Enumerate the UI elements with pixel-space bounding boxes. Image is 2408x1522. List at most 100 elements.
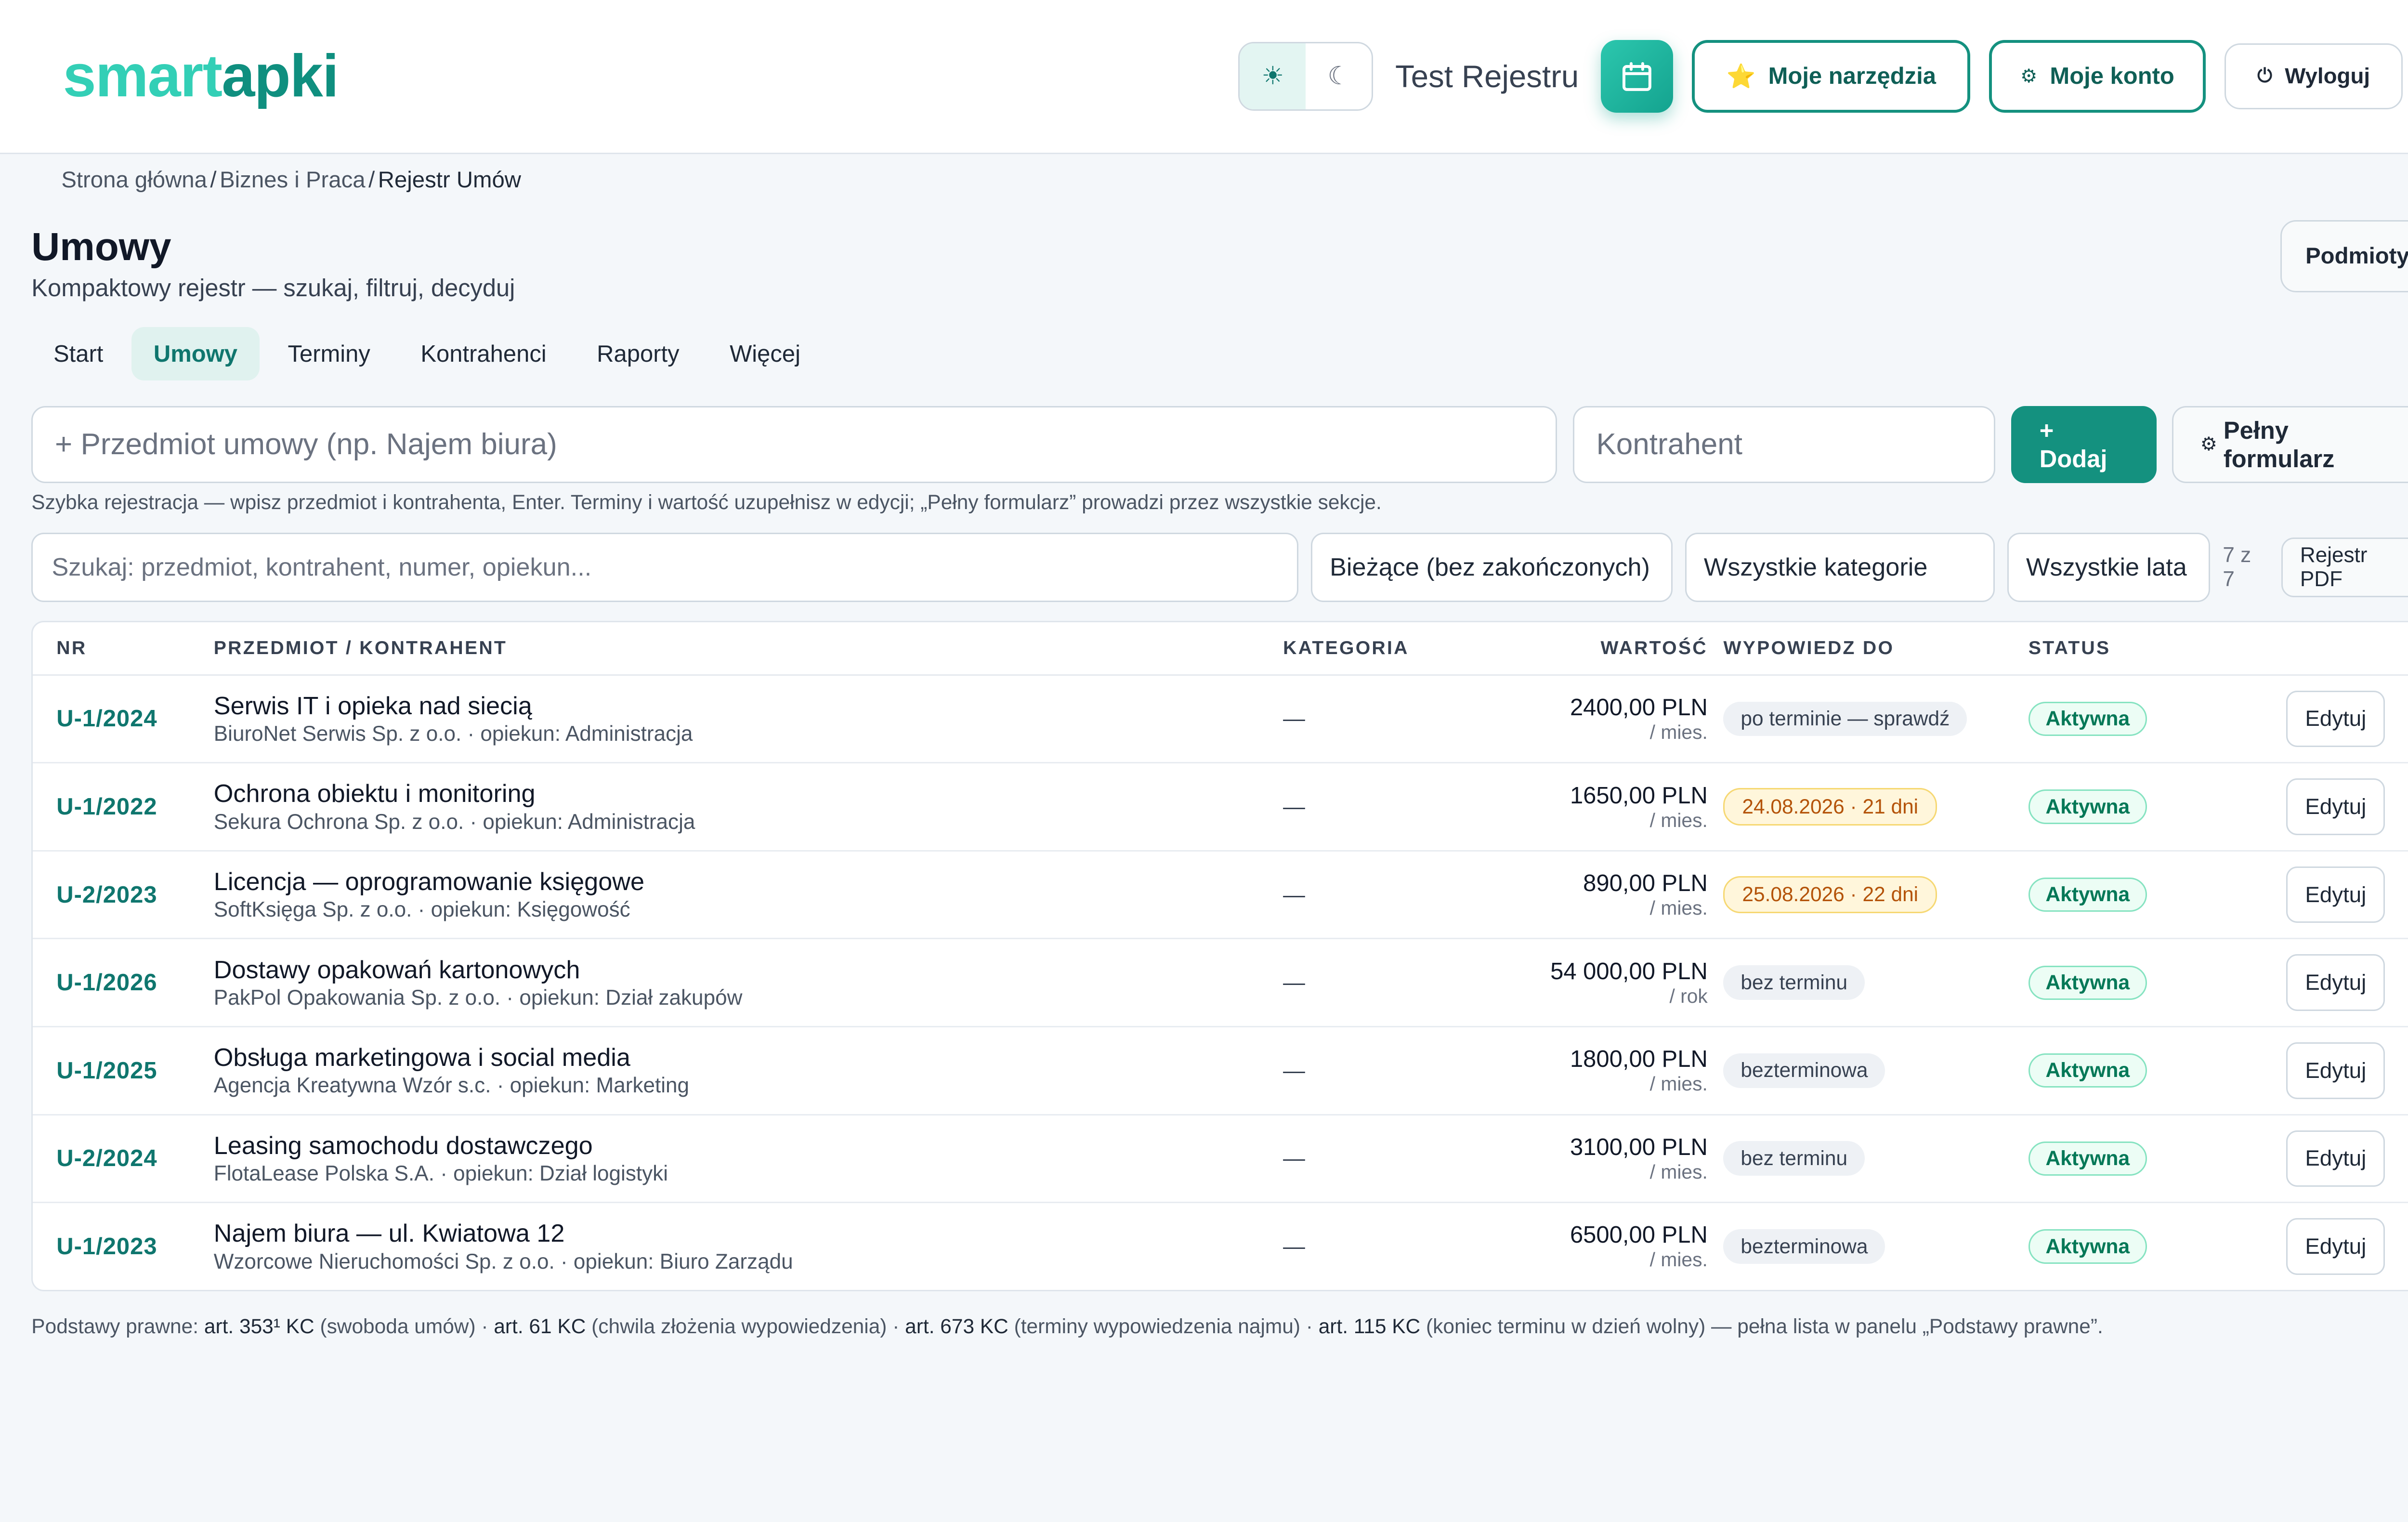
main-content: Strona główna / Biznes i Praca / Rejestr Umó… [0, 167, 2408, 1338]
moon-icon[interactable]: ☾ [1306, 43, 1372, 109]
contract-number[interactable]: U-1/2026 [33, 969, 190, 996]
contract-number[interactable]: U-2/2023 [33, 881, 190, 908]
contract-category: — [1283, 970, 1305, 995]
logo-part-apki: apki [222, 43, 339, 110]
contract-number[interactable]: U-1/2023 [33, 1233, 190, 1260]
status-badge: Aktywna [2028, 965, 2147, 1000]
counterparty-input[interactable]: Kontrahent [1572, 406, 1996, 483]
legal-desc: (terminy wypowiedzenia najmu) [1014, 1314, 1300, 1338]
tab-raporty[interactable]: Raporty [575, 327, 701, 380]
legal-desc: (swoboda umów) [320, 1314, 476, 1338]
contract-number[interactable]: U-1/2025 [33, 1057, 190, 1084]
value-cell: 6500,00 PLN / mies. [1527, 1221, 1723, 1271]
contract-party: BiuroNet Serwis Sp. z o.o. · opiekun: Ad… [213, 722, 693, 746]
contract-number[interactable]: U-1/2024 [33, 705, 190, 732]
edit-button[interactable]: Edytuj [2286, 1042, 2385, 1099]
tab-start[interactable]: Start [31, 327, 125, 380]
table-row[interactable]: U-1/2025 Obsługa marketingowa i social m… [33, 1027, 2408, 1115]
table-row[interactable]: U-1/2026 Dostawy opakowań kartonowych Pa… [33, 939, 2408, 1027]
notice-cell: 25.08.2026 · 22 dni [1723, 876, 2028, 914]
contract-subject[interactable]: Ochrona obiektu i monitoring [214, 779, 1259, 808]
year-filter-select[interactable]: Wszystkie lata [2007, 533, 2211, 602]
value-cell: 890,00 PLN / mies. [1527, 870, 1723, 919]
subject-cell: Leasing samochodu dostawczego FlotaLease… [190, 1131, 1259, 1186]
actions-cell: Edytuj [2286, 866, 2408, 923]
search-input[interactable]: Szukaj: przedmiot, kontrahent, numer, op… [31, 533, 1299, 602]
podmioty-button[interactable]: Podmioty [2280, 220, 2408, 292]
legal-desc: (chwila złożenia wypowiedzenia) [591, 1314, 887, 1338]
contract-amount: 6500,00 PLN [1570, 1222, 1708, 1248]
edit-button[interactable]: Edytuj [2286, 866, 2385, 923]
tab-wiecej[interactable]: Więcej [707, 327, 822, 380]
tab-terminy[interactable]: Terminy [266, 327, 393, 380]
calendar-icon [1623, 62, 1651, 91]
subject-input[interactable]: + Przedmiot umowy (np. Najem biura) [31, 406, 1557, 483]
quick-add-hint: Szybka rejestracja — wpisz przedmiot i k… [31, 490, 1382, 513]
my-tools-label: Moje narzędzia [1768, 63, 1936, 90]
contract-subject[interactable]: Obsługa marketingowa i social media [214, 1043, 1259, 1072]
result-count: 7 z 7 [2223, 543, 2251, 591]
column-header-notice[interactable]: WYPOWIEDZ DO [1723, 638, 2028, 659]
contract-period: / mies. [1649, 1160, 1708, 1183]
table-row[interactable]: U-1/2022 Ochrona obiektu i monitoring Se… [33, 763, 2408, 852]
edit-button[interactable]: Edytuj [2286, 954, 2385, 1011]
category-filter-select[interactable]: Wszystkie kategorie [1685, 533, 1995, 602]
edit-button[interactable]: Edytuj [2286, 778, 2385, 835]
table-row[interactable]: U-1/2024 Serwis IT i opieka nad siecią B… [33, 676, 2408, 764]
notice-cell: bezterminowa [1723, 1229, 2028, 1264]
tab-kontrahenci[interactable]: Kontrahenci [399, 327, 569, 380]
notice-badge: po terminie — sprawdź [1723, 701, 1967, 736]
contract-number[interactable]: U-2/2024 [33, 1145, 190, 1172]
breadcrumb-separator: / [368, 167, 375, 193]
breadcrumb-business[interactable]: Biznes i Praca [220, 167, 366, 193]
table-row[interactable]: U-1/2023 Najem biura — ul. Kwiatowa 12 W… [33, 1203, 2408, 1290]
status-cell: Aktywna [2028, 789, 2287, 824]
pdf-register-button[interactable]: Rejestr PDF [2281, 537, 2408, 597]
contract-category: — [1283, 1146, 1305, 1171]
edit-button[interactable]: Edytuj [2286, 1218, 2385, 1275]
notice-cell: po terminie — sprawdź [1723, 701, 2028, 736]
value-cell: 2400,00 PLN / mies. [1527, 694, 1723, 744]
status-badge: Aktywna [2028, 789, 2147, 824]
column-header-status[interactable]: STATUS [2028, 638, 2287, 659]
contract-amount: 890,00 PLN [1583, 870, 1708, 897]
column-header-value[interactable]: WARTOŚĆ [1527, 638, 1723, 659]
calendar-button[interactable] [1600, 40, 1674, 113]
contract-subject[interactable]: Leasing samochodu dostawczego [214, 1131, 1259, 1160]
add-button[interactable]: + Dodaj [2011, 406, 2157, 483]
tab-umowy[interactable]: Umowy [131, 327, 260, 381]
value-cell: 54 000,00 PLN / rok [1527, 958, 1723, 1008]
actions-cell: Edytuj [2286, 1130, 2408, 1187]
table-row[interactable]: U-2/2024 Leasing samochodu dostawczego F… [33, 1115, 2408, 1204]
logo[interactable]: smartapki [63, 42, 339, 110]
contract-subject[interactable]: Najem biura — ul. Kwiatowa 12 [214, 1219, 1259, 1248]
status-filter-select[interactable]: Bieżące (bez zakończonych) [1311, 533, 1673, 602]
theme-toggle: ☀ ☾ [1238, 41, 1374, 111]
column-header-subject[interactable]: PRZEDMIOT / KONTRAHENT [190, 638, 1259, 659]
edit-button[interactable]: Edytuj [2286, 1130, 2385, 1187]
app-header: smartapki ☀ ☾ Test Rejestru ⭐ Moje narzę… [0, 0, 2408, 154]
table-row[interactable]: U-2/2023 Licencja — oprogramowanie księg… [33, 852, 2408, 940]
page: smartapki ☀ ☾ Test Rejestru ⭐ Moje narzę… [0, 0, 2408, 1522]
subject-cell: Ochrona obiektu i monitoring Sekura Ochr… [190, 779, 1259, 834]
contract-subject[interactable]: Dostawy opakowań kartonowych [214, 956, 1259, 984]
column-header-nr[interactable]: NR [33, 638, 190, 659]
legal-suffix: — pełna lista w panelu „Podstawy prawne”… [1711, 1314, 2103, 1338]
edit-button[interactable]: Edytuj [2286, 690, 2385, 748]
breadcrumb-home[interactable]: Strona główna [61, 167, 207, 193]
contract-number[interactable]: U-1/2022 [33, 793, 190, 820]
legal-basis-note: Podstawy prawne: art. 353¹ KC (swoboda u… [31, 1314, 2103, 1338]
my-tools-button[interactable]: ⭐ Moje narzędzia [1692, 40, 1971, 113]
logout-button[interactable]: ⏻ Wyloguj [2224, 43, 2403, 110]
sun-icon[interactable]: ☀ [1240, 43, 1306, 110]
column-header-category[interactable]: KATEGORIA [1259, 638, 1527, 659]
contract-subject[interactable]: Serwis IT i opieka nad siecią [214, 692, 1259, 721]
full-form-button[interactable]: ⚙ Pełny formularz [2172, 406, 2408, 483]
status-badge: Aktywna [2028, 701, 2147, 736]
value-cell: 1800,00 PLN / mies. [1527, 1046, 1723, 1095]
my-account-button[interactable]: ⚙ Moje konto [1989, 40, 2206, 113]
contract-period: / mies. [1649, 809, 1708, 831]
table-header: NR PRZEDMIOT / KONTRAHENT KATEGORIA WART… [33, 622, 2408, 676]
contract-subject[interactable]: Licencja — oprogramowanie księgowe [214, 867, 1259, 896]
notice-cell: bez terminu [1723, 965, 2028, 1000]
